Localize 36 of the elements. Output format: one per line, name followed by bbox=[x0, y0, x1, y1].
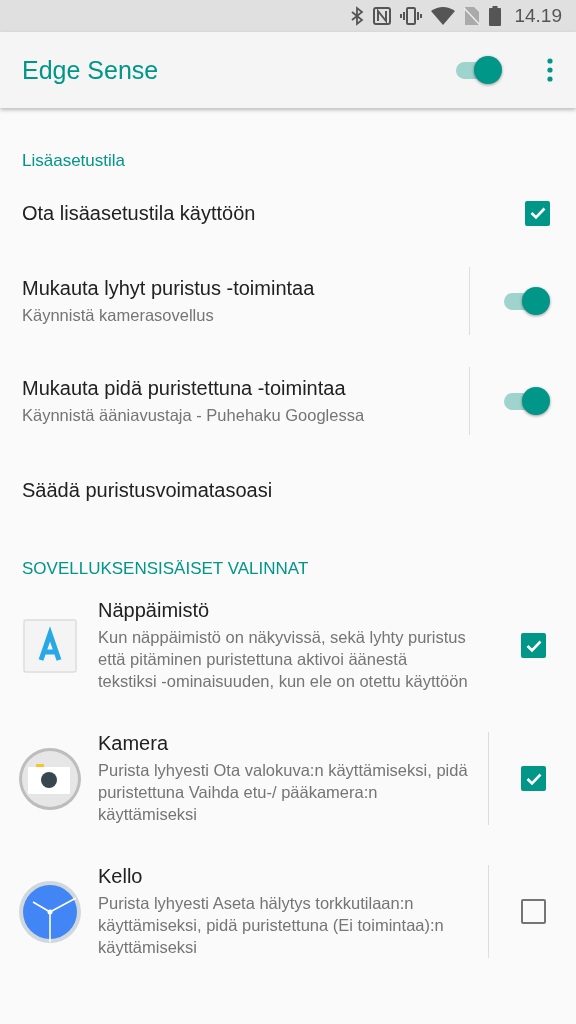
app-name[interactable]: Kello bbox=[98, 865, 470, 888]
app-gesture-description: Purista lyhyesti Aseta hälytys torkkutilaan:n käyttämiseksi, pidä puristettuna (Ei toimintaa):n käyttämiseksi bbox=[98, 893, 445, 958]
nfc-icon bbox=[373, 7, 392, 25]
wifi-icon bbox=[431, 7, 456, 25]
section-header: SOVELLUKSENSISÄISET VALINNAT bbox=[21, 558, 310, 580]
app-name[interactable]: Näppäimistö bbox=[98, 599, 470, 622]
camera-icon bbox=[18, 746, 82, 811]
setting-title[interactable]: Säädä puristusvoimatasoasi bbox=[22, 478, 273, 502]
master-switch[interactable] bbox=[454, 55, 502, 85]
checkbox[interactable] bbox=[521, 633, 546, 658]
app-gesture-description: Purista lyhyesti Ota valokuva:n käyttämiseksi, pidä puristettuna Vaihda etu-/ pääkamera:n käyttämiseksi bbox=[98, 760, 469, 825]
checkmark-icon bbox=[525, 771, 542, 786]
keyboard-letter-icon bbox=[22, 617, 78, 674]
setting-title[interactable]: Mukauta lyhyt puristus -toimintaa bbox=[22, 276, 457, 300]
setting-summary: Käynnistä kamerasovellus bbox=[22, 304, 215, 326]
no-sim-icon bbox=[464, 6, 481, 26]
toggle-switch[interactable] bbox=[502, 386, 550, 416]
bluetooth-icon bbox=[350, 6, 365, 26]
checkbox[interactable] bbox=[521, 766, 546, 791]
checkmark-icon bbox=[525, 638, 542, 653]
checkmark-icon bbox=[529, 206, 546, 220]
toggle-switch[interactable] bbox=[502, 286, 550, 316]
app-title: Edge Sense bbox=[22, 55, 160, 85]
setting-title[interactable]: Ota lisäasetustila käyttöön bbox=[22, 201, 256, 225]
setting-title[interactable]: Mukauta pidä puristettuna -toimintaa bbox=[22, 376, 457, 400]
vibrate-icon bbox=[400, 7, 423, 25]
clock-icon bbox=[18, 879, 82, 944]
battery-icon bbox=[489, 6, 502, 26]
status-time: 14.19 bbox=[514, 5, 562, 27]
setting-summary: Käynnistä ääniavustaja - Puhehaku Googlessa bbox=[22, 404, 366, 426]
more-options-icon[interactable] bbox=[546, 58, 554, 82]
checkbox[interactable] bbox=[521, 899, 546, 924]
section-header: Lisäasetustila bbox=[21, 150, 126, 172]
app-name[interactable]: Kamera bbox=[98, 732, 470, 755]
checkbox[interactable] bbox=[525, 200, 550, 226]
app-gesture-description: Kun näppäimistö on näkyvissä, sekä lyhty puristus että pitäminen puristettuna aktivoi äänestä tekstiksi -ominaisuuden, kun ele on otettu käyttöön bbox=[98, 627, 469, 692]
